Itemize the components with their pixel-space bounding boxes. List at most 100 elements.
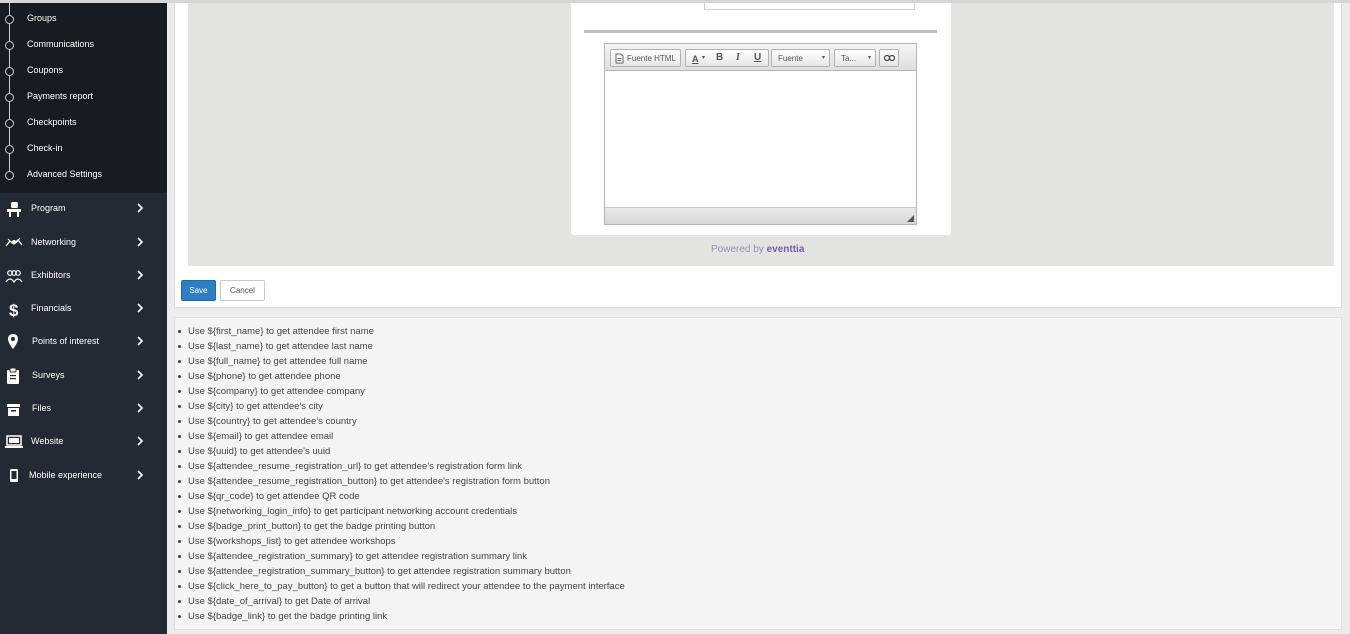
editor-toolbar: Fuente HTML A ▾ B I U Fuente ▾ Ta... ▾ xyxy=(605,44,916,71)
sidebar: Groups Communications Coupons Payments r… xyxy=(0,0,167,634)
bullet-icon xyxy=(5,67,14,76)
editor-content-area[interactable] xyxy=(605,72,916,206)
font-select[interactable]: Fuente ▾ xyxy=(771,49,830,67)
powered-by: Powered by eventtia xyxy=(711,244,804,255)
variable-hint: Use ${first_name} to get attendee first … xyxy=(175,324,625,339)
sidebar-subitem-checkpoints[interactable]: Checkpoints xyxy=(0,114,167,134)
networking-icon xyxy=(5,237,23,247)
sidebar-item-label: Website xyxy=(31,436,64,446)
sidebar-subitem-payments-report[interactable]: Payments report xyxy=(0,88,167,108)
sidebar-item-mobile-experience[interactable]: Mobile experience xyxy=(0,461,167,491)
bold-button[interactable]: B xyxy=(711,50,729,66)
variable-hint: Use ${badge_link} to get the badge print… xyxy=(175,609,625,624)
variables-list: Use ${first_name} to get attendee first … xyxy=(175,324,625,624)
laptop-icon xyxy=(5,435,23,448)
form-field[interactable] xyxy=(704,3,915,10)
source-html-button[interactable]: Fuente HTML xyxy=(610,49,681,67)
dropdown-arrow-icon: ▾ xyxy=(822,55,826,61)
variable-hint: Use ${attendee_registration_summary_butt… xyxy=(175,564,625,579)
sidebar-item-label: Files xyxy=(32,403,52,413)
chevron-right-icon xyxy=(137,403,144,413)
dollar-icon: $ xyxy=(9,301,19,319)
link-icon xyxy=(884,54,895,62)
sidebar-subitem-coupons[interactable]: Coupons xyxy=(0,62,167,82)
sidebar-subitem-label: Communications xyxy=(27,39,95,49)
bullet-icon xyxy=(5,15,14,24)
underline-button[interactable]: U xyxy=(749,50,767,66)
variable-hint: Use ${qr_code} to get attendee QR code xyxy=(175,489,625,504)
source-html-label: Fuente HTML xyxy=(627,54,676,63)
sidebar-item-label: Financials xyxy=(31,303,72,313)
variable-hint: Use ${date_of_arrival} to get Date of ar… xyxy=(175,594,625,609)
sidebar-subitem-label: Check-in xyxy=(27,143,63,153)
sidebar-item-exhibitors[interactable]: Exhibitors xyxy=(0,261,167,291)
sidebar-subitem-label: Advanced Settings xyxy=(27,169,103,179)
variable-hint: Use ${city} to get attendee's city xyxy=(175,399,625,414)
link-button[interactable] xyxy=(879,49,899,67)
chevron-right-icon xyxy=(137,436,144,446)
box-icon xyxy=(7,404,20,416)
resize-handle-icon[interactable] xyxy=(907,215,914,222)
sidebar-item-website[interactable]: Website xyxy=(0,427,167,457)
editor-statusbar xyxy=(605,207,916,224)
powered-by-prefix: Powered by xyxy=(711,244,764,255)
section-divider xyxy=(584,30,937,33)
bold-icon: B xyxy=(716,52,724,63)
program-icon xyxy=(7,202,21,217)
italic-button[interactable]: I xyxy=(730,50,748,66)
sidebar-item-label: Surveys xyxy=(32,370,65,380)
variable-hint: Use ${attendee_resume_registration_butto… xyxy=(175,474,625,489)
variable-hint: Use ${full_name} to get attendee full na… xyxy=(175,354,625,369)
sidebar-subitem-communications[interactable]: Communications xyxy=(0,36,167,56)
variable-hint: Use ${click_here_to_pay_button} to get a… xyxy=(175,579,625,594)
variable-hint: Use ${attendee_resume_registration_url} … xyxy=(175,459,625,474)
bullet-icon xyxy=(5,93,14,102)
sidebar-subitem-label: Groups xyxy=(27,13,57,23)
underline-icon: U xyxy=(754,52,762,63)
variable-hint: Use ${country} to get attendee's country xyxy=(175,414,625,429)
sidebar-item-files[interactable]: Files xyxy=(0,394,167,424)
sidebar-item-label: Points of interest xyxy=(32,336,100,346)
svg-text:$: $ xyxy=(9,301,19,319)
sidebar-subitem-groups[interactable]: Groups xyxy=(0,10,167,30)
bullet-icon xyxy=(5,145,14,154)
variable-hint: Use ${last_name} to get attendee last na… xyxy=(175,339,625,354)
chevron-right-icon xyxy=(137,470,144,480)
chevron-right-icon xyxy=(137,203,144,213)
variable-hint: Use ${networking_login_info} to get part… xyxy=(175,504,625,519)
sidebar-item-financials[interactable]: $ Financials xyxy=(0,294,167,324)
sidebar-item-label: Program xyxy=(31,203,66,213)
sidebar-subnav: Groups Communications Coupons Payments r… xyxy=(0,0,167,193)
exhibitors-icon xyxy=(5,270,23,284)
sidebar-subitem-label: Coupons xyxy=(27,65,64,75)
sidebar-item-networking[interactable]: Networking xyxy=(0,228,167,258)
map-pin-icon xyxy=(8,334,18,349)
sidebar-item-program[interactable]: Program xyxy=(0,194,167,224)
dropdown-arrow-icon: ▾ xyxy=(868,55,872,61)
sidebar-item-label: Networking xyxy=(31,237,77,247)
text-color-icon: A xyxy=(692,54,699,64)
font-select-value: Fuente xyxy=(778,54,803,63)
mobile-icon xyxy=(10,469,18,482)
sidebar-subitem-check-in[interactable]: Check-in xyxy=(0,140,167,160)
variable-hint: Use ${company} to get attendee company xyxy=(175,384,625,399)
cancel-button[interactable]: Cancel xyxy=(220,280,265,301)
variable-hint: Use ${phone} to get attendee phone xyxy=(175,369,625,384)
save-button[interactable]: Save xyxy=(181,280,216,301)
sidebar-subitem-advanced-settings[interactable]: Advanced Settings xyxy=(0,166,167,186)
text-color-button[interactable]: A ▾ xyxy=(689,50,709,66)
size-select-value: Ta... xyxy=(841,54,857,63)
sidebar-item-surveys[interactable]: Surveys xyxy=(0,361,167,391)
document-icon xyxy=(615,53,624,64)
sidebar-item-points-of-interest[interactable]: Points of interest xyxy=(0,327,167,357)
size-select[interactable]: Ta... ▾ xyxy=(834,49,876,67)
variables-help-box: Use ${first_name} to get attendee first … xyxy=(174,317,1342,630)
bullet-icon xyxy=(5,171,14,180)
chevron-right-icon xyxy=(137,303,144,313)
chevron-right-icon xyxy=(137,336,144,346)
powered-by-brand[interactable]: eventtia xyxy=(767,244,805,255)
bullet-icon xyxy=(5,119,14,128)
sidebar-item-label: Exhibitors xyxy=(31,270,71,280)
variable-hint: Use ${email} to get attendee email xyxy=(175,429,625,444)
sidebar-subitem-label: Payments report xyxy=(27,91,94,101)
